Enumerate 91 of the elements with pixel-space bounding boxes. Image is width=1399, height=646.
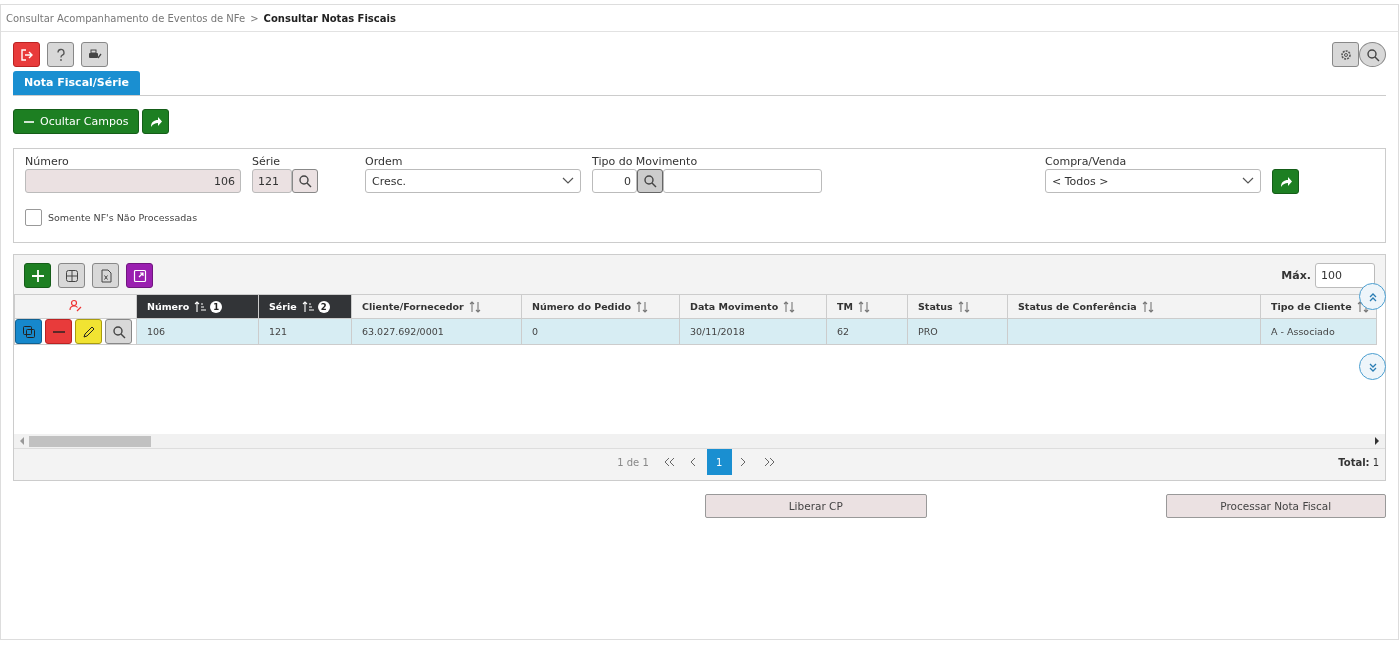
page-button[interactable]: 1	[706, 449, 732, 475]
column-header[interactable]: Data Movimento	[679, 294, 827, 319]
minus-icon	[24, 120, 34, 123]
table-cell: 30/11/2018	[690, 326, 745, 337]
movement-type-field[interactable]: 0	[592, 169, 637, 193]
print-button[interactable]	[81, 42, 108, 67]
sort-ascending-icon	[194, 300, 208, 313]
table-cell: PRO	[918, 326, 938, 337]
table-cell: A - Associado	[1271, 326, 1335, 337]
expand-icon	[132, 268, 147, 283]
column-header[interactable]: Número do Pedido	[521, 294, 680, 319]
search-icon	[1365, 47, 1380, 62]
table-row[interactable]: 106 121 63.027.692/0001 0 30/11/2018 62 PRO A - Associado	[14, 318, 1377, 345]
help-button[interactable]	[47, 42, 74, 67]
table-cell: 121	[269, 326, 288, 337]
action-button[interactable]: Liberar CP	[705, 494, 927, 518]
sort-ascending-icon	[301, 300, 315, 313]
sort-icon	[636, 300, 649, 313]
sort-order-badge: 1	[210, 300, 223, 313]
column-header[interactable]: Cliente/Fornecedor	[351, 294, 522, 319]
settings-icon	[1338, 47, 1353, 62]
copy-icon	[21, 324, 36, 339]
column-header[interactable]: Tipo de Cliente	[1260, 294, 1377, 319]
table-cell: 106	[147, 326, 166, 337]
hide-fields-button[interactable]: Ocultar Campos	[13, 109, 140, 134]
copy-button[interactable]	[15, 319, 42, 344]
columns-button[interactable]	[58, 263, 85, 288]
column-header[interactable]: Status de Conferência	[1007, 294, 1261, 319]
search-icon	[643, 174, 657, 188]
field-label: Número	[25, 155, 70, 168]
number-field[interactable]: 106	[25, 169, 241, 193]
scrollbar-thumb[interactable]	[29, 435, 151, 447]
sort-icon	[1141, 300, 1155, 313]
dropdown[interactable]: Cresc.	[365, 169, 581, 193]
sort-icon	[857, 300, 871, 313]
field-label: Ordem	[365, 155, 404, 168]
user-edit-icon	[69, 299, 82, 312]
search-button[interactable]	[637, 169, 663, 193]
expand-button[interactable]	[126, 263, 153, 288]
add-button[interactable]	[24, 263, 51, 288]
column-header[interactable]: TM	[826, 294, 908, 319]
exit-icon	[19, 47, 34, 62]
table-cell: 0	[532, 326, 539, 337]
max-field[interactable]: 100	[1315, 263, 1375, 288]
search-icon	[111, 324, 126, 339]
plus-icon	[30, 268, 45, 283]
last-page-icon	[763, 456, 776, 468]
breadcrumb-separator: >	[250, 12, 259, 24]
column-header[interactable]: Status	[907, 294, 1008, 319]
breadcrumb-item[interactable]: Consultar Acompanhamento de Eventos de NFe	[6, 12, 246, 24]
right-arrow-icon	[1374, 437, 1380, 445]
sort-order-badge: 2	[317, 300, 330, 313]
max-label: Máx.	[1281, 269, 1311, 282]
apply-button[interactable]	[1272, 169, 1299, 194]
table-cell: 62	[837, 326, 850, 337]
series-field[interactable]: 121	[252, 169, 292, 193]
export-button[interactable]	[92, 263, 119, 288]
table-cell: 63.027.692/0001	[362, 326, 444, 337]
pencil-icon	[81, 324, 96, 339]
settings-button[interactable]	[1332, 42, 1359, 67]
column-header[interactable]: Série 2	[258, 294, 352, 319]
search-button[interactable]	[1359, 42, 1386, 67]
field-label: Compra/Venda	[1045, 155, 1128, 168]
breadcrumb-item: Consultar Notas Fiscais	[263, 12, 396, 24]
exit-button[interactable]	[13, 42, 40, 67]
sort-icon	[957, 300, 971, 313]
forward-button[interactable]	[142, 109, 170, 134]
page-info: 1 de 1	[617, 456, 649, 468]
tab[interactable]: Nota Fiscal/Série	[13, 71, 140, 95]
total-value: 1	[1372, 456, 1379, 468]
left-arrow-icon	[19, 437, 25, 445]
description-field[interactable]	[663, 169, 822, 193]
spreadsheet-icon	[98, 268, 113, 283]
view-button[interactable]	[105, 319, 132, 344]
sort-icon	[468, 300, 482, 313]
sort-icon	[1356, 300, 1370, 313]
sort-icon	[783, 300, 797, 313]
search-button[interactable]	[292, 169, 318, 193]
dropdown[interactable]: < Todos >	[1045, 169, 1261, 193]
total-label: Total:	[1338, 456, 1370, 468]
minus-icon	[52, 330, 65, 333]
checkbox-label: Somente NF's Não Processadas	[48, 212, 198, 223]
field-label: Tipo do Movimento	[592, 155, 699, 168]
first-page-icon	[663, 456, 676, 468]
field-label: Série	[252, 155, 282, 168]
action-button[interactable]: Processar Nota Fiscal	[1165, 494, 1386, 518]
checkbox[interactable]	[25, 209, 42, 226]
edit-button[interactable]	[75, 319, 102, 344]
column-header[interactable]: Número 1	[136, 294, 259, 319]
search-icon	[298, 174, 312, 188]
grid-icon	[64, 268, 79, 283]
